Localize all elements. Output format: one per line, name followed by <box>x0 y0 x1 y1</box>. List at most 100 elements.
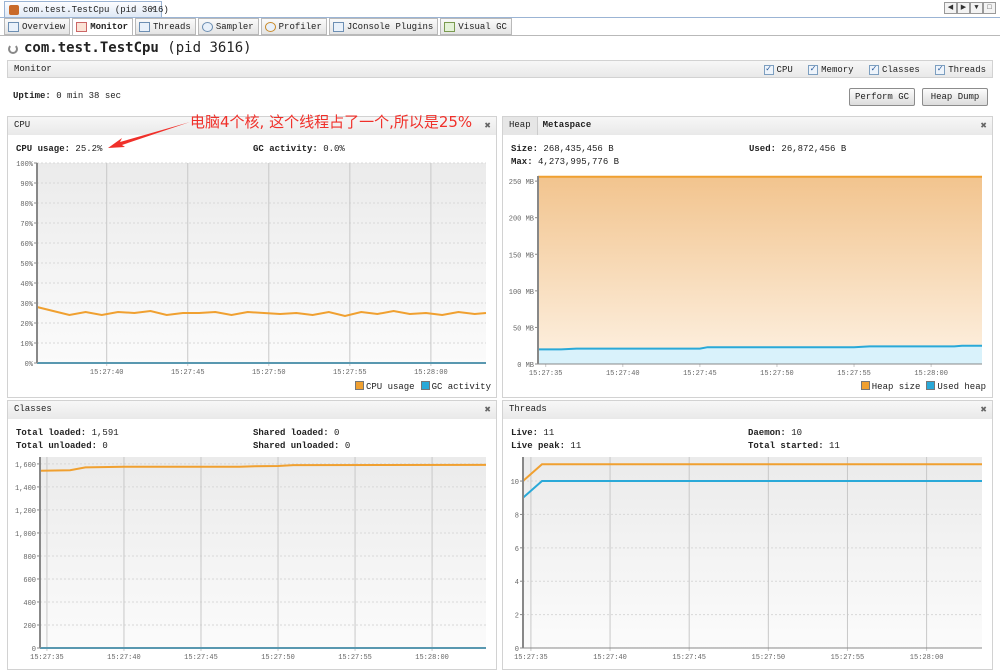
gc-activity-value: 0.0% <box>323 144 345 154</box>
stat-value: 10 <box>791 428 803 438</box>
classes-panel-header: Classes ✖ <box>8 401 496 419</box>
checkmark-icon: ✓ <box>935 65 946 75</box>
close-tab-icon[interactable]: ✕ <box>149 4 156 14</box>
tab-threads[interactable]: Threads <box>135 18 196 35</box>
x-tick-label: 15:27:40 <box>606 370 640 378</box>
tab-monitor[interactable]: Monitor <box>72 18 134 36</box>
stat-label: Shared unloaded: <box>253 441 340 451</box>
stat-label: Shared loaded: <box>253 428 329 438</box>
tab-sampler[interactable]: Sampler <box>197 18 259 35</box>
heap-size: Size: 268,435,456 B <box>511 144 614 154</box>
heap-max: Max: 4,273,995,776 B <box>511 157 619 167</box>
stat-value: 0 <box>334 428 340 438</box>
shared-loaded: Shared loaded: 0 <box>253 428 339 438</box>
y-tick-label: 400 <box>23 600 36 608</box>
heap-size-value: 268,435,456 B <box>543 144 614 154</box>
x-tick-label: 15:27:35 <box>529 370 563 378</box>
x-tick-label: 15:27:50 <box>752 654 786 662</box>
close-panel-icon[interactable]: ✖ <box>484 405 491 415</box>
heap-dump-button[interactable]: Heap Dump <box>922 88 988 106</box>
cpu-checkbox[interactable]: ✓ CPU <box>763 65 793 75</box>
tab-heap[interactable]: Heap <box>503 117 538 135</box>
page-title: com.test.TestCpu (pid 3616) <box>24 40 252 56</box>
y-tick-label: 40% <box>20 281 33 289</box>
cpu-usage: CPU usage: 25.2% <box>16 144 102 154</box>
y-tick-label: 800 <box>23 554 36 562</box>
total-started: Total started: 11 <box>748 441 840 451</box>
tab-list-button[interactable]: ▼ <box>970 2 983 14</box>
perform-gc-button[interactable]: Perform GC <box>849 88 915 106</box>
y-tick-label: 80% <box>20 201 33 209</box>
document-tab[interactable]: com.test.TestCpu (pid 3616) ✕ <box>4 1 169 18</box>
checkmark-icon: ✓ <box>808 65 819 75</box>
tab-profiler[interactable]: Profiler <box>260 18 327 35</box>
legend-used-heap: Used heap <box>926 381 986 392</box>
chart-svg: 0% 10% 20% 30% 40% 50% 60% 70% 80% 90% 100% 15:27:4… <box>16 161 487 377</box>
stat-label: Total started: <box>748 441 824 451</box>
y-tick-label: 70% <box>20 221 33 229</box>
legend-swatch <box>354 381 364 390</box>
legend-heap-size: Heap size <box>860 381 920 392</box>
stat-label: Total loaded: <box>16 428 87 438</box>
maximize-button[interactable]: □ <box>983 2 996 14</box>
heap-size-label: Size: <box>511 144 539 154</box>
loading-spinner-icon <box>8 44 18 54</box>
tab-label: Overview <box>22 22 66 32</box>
close-panel-icon[interactable]: ✖ <box>980 405 987 415</box>
app-pid: (pid 3616) <box>167 40 252 56</box>
x-tick-label: 15:27:40 <box>593 654 627 662</box>
y-tick-label: 10 <box>511 479 519 487</box>
tab-label: Monitor <box>90 22 129 32</box>
y-tick-label: 0% <box>25 361 34 369</box>
tab-overview[interactable]: Overview <box>4 18 71 35</box>
checkbox-label: Classes <box>881 65 920 75</box>
stat-label: Live: <box>511 428 539 438</box>
stat-label: Daemon: <box>748 428 786 438</box>
daemon-threads: Daemon: 10 <box>748 428 802 438</box>
y-tick-label: 8 <box>515 512 519 520</box>
annotation-arrow-icon <box>108 122 190 148</box>
tab-metaspace[interactable]: Metaspace <box>538 117 597 130</box>
threads-panel-header: Threads ✖ <box>503 401 992 419</box>
tab-visual-gc[interactable]: Visual GC <box>440 18 512 35</box>
tab-label: JConsole Plugins <box>346 22 434 32</box>
x-tick-label: 15:28:00 <box>414 369 448 377</box>
y-tick-label: 1,600 <box>15 462 36 470</box>
sampler-icon <box>201 22 213 32</box>
y-tick-label: 100 MB <box>509 289 534 297</box>
series-area-0 <box>538 176 982 364</box>
close-panel-icon[interactable]: ✖ <box>484 121 491 131</box>
y-tick-label: 2 <box>515 613 519 621</box>
legend-label: GC activity <box>431 382 491 392</box>
monitor-chart-icon <box>76 22 88 32</box>
threads-checkbox[interactable]: ✓ Threads <box>935 65 986 75</box>
heap-max-label: Max: <box>511 157 533 167</box>
checkbox-label: Threads <box>948 65 986 75</box>
x-tick-label: 15:27:55 <box>831 654 865 662</box>
legend-swatch <box>926 381 936 390</box>
live-peak: Live peak: 11 <box>511 441 581 451</box>
y-tick-label: 0 <box>515 646 519 654</box>
profiler-clock-icon <box>264 22 276 32</box>
checkmark-icon: ✓ <box>763 65 774 75</box>
x-tick-label: 15:27:45 <box>171 369 205 377</box>
tab-jconsole-plugins[interactable]: JConsole Plugins <box>328 18 439 35</box>
close-panel-icon[interactable]: ✖ <box>980 121 987 131</box>
scroll-left-button[interactable]: ◀ <box>944 2 957 14</box>
y-tick-label: 1,400 <box>15 485 36 493</box>
stat-label: Total unloaded: <box>16 441 98 451</box>
classes-checkbox[interactable]: ✓ Classes <box>868 65 920 75</box>
panel-title: CPU <box>14 120 31 130</box>
scroll-right-button[interactable]: ▶ <box>957 2 970 14</box>
heap-used-label: Used: <box>749 144 777 154</box>
stat-value: 0 <box>344 441 351 451</box>
heap-max-value: 4,273,995,776 B <box>538 157 620 167</box>
stat-label: Live peak: <box>511 441 566 451</box>
uptime-value: 0 min 38 sec <box>56 91 122 101</box>
chart-svg: 0 2 4 6 8 10 15:27:35 15:27:40 15:27:45 15:27:50 1… <box>511 457 982 662</box>
uptime-label: Uptime: <box>13 91 51 101</box>
monitor-label: Monitor <box>14 64 52 74</box>
y-tick-label: 1,000 <box>15 531 36 539</box>
memory-checkbox[interactable]: ✓ Memory <box>808 65 854 75</box>
chart-svg: 0 MB 50 MB 100 MB 150 MB 200 MB 250 MB 15:27:3… <box>509 175 982 378</box>
